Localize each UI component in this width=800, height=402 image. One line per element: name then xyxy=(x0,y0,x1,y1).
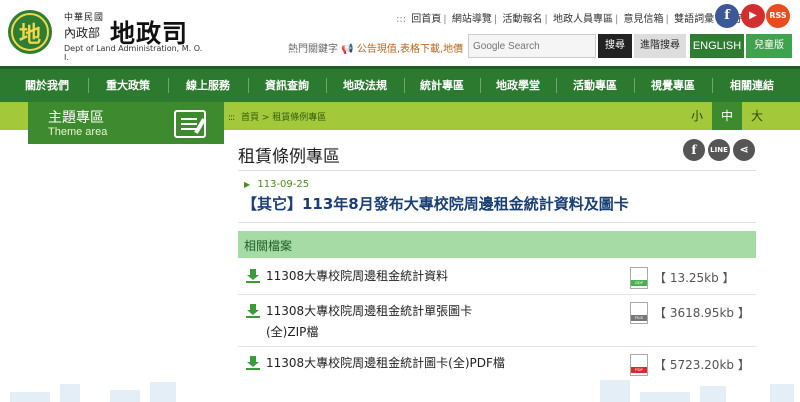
link-event-signup[interactable]: 活動報名 xyxy=(502,14,542,25)
notepad-icon xyxy=(174,110,206,138)
page-title: 租賃條例專區 xyxy=(238,147,340,167)
nav-statistics[interactable]: 統計專區 xyxy=(404,69,480,102)
font-size-medium-button[interactable]: 中 xyxy=(712,102,742,130)
file-size: 【 5723.20kb 】 xyxy=(654,358,750,372)
nav-online-service[interactable]: 線上服務 xyxy=(168,69,248,102)
search-input[interactable] xyxy=(468,34,596,58)
theme-area-en: Theme area xyxy=(48,126,108,138)
logo-emblem-icon: 地 xyxy=(8,10,52,54)
share-icon[interactable]: ⋖ xyxy=(733,139,755,161)
nav-academy[interactable]: 地政學堂 xyxy=(480,69,556,102)
org-ministry: 內政部 xyxy=(64,26,101,40)
nav-visual[interactable]: 視覺專區 xyxy=(634,69,712,102)
nav-events[interactable]: 活動專區 xyxy=(556,69,634,102)
kids-version-button[interactable]: 兒童版 xyxy=(746,34,792,58)
share-line-icon[interactable]: LINE xyxy=(708,139,730,161)
nav-policy[interactable]: 重大政策 xyxy=(88,69,168,102)
download-icon[interactable] xyxy=(246,356,260,370)
decorative-skyline xyxy=(0,378,800,402)
hot-keywords: 熱門關鍵字 📢 公告現值,表格下載,地價 xyxy=(288,40,463,55)
download-icon[interactable] xyxy=(246,269,260,283)
file-size: 【 13.25kb 】 xyxy=(654,271,735,285)
file-link[interactable]: 11308大專校院周邊租金統計單張圖卡(全)ZIP檔 xyxy=(266,301,506,343)
font-size-small-button[interactable]: 小 xyxy=(682,102,712,130)
publish-date: ▶ 113-09-25 xyxy=(244,179,310,190)
divider xyxy=(238,346,756,347)
link-sitemap[interactable]: 網站導覽 xyxy=(452,14,492,25)
pdf-file-icon[interactable]: PDF xyxy=(630,354,648,376)
facebook-icon[interactable]: f xyxy=(715,4,739,28)
theme-area-title: 主題專區 xyxy=(48,110,104,126)
theme-area-header: 主題專區 Theme area xyxy=(28,102,224,144)
org-english-name: Dept of Land Administration, M. O. I. xyxy=(64,44,203,62)
hot-keywords-label: 熱門關鍵字 xyxy=(288,44,338,55)
file-row: 11308大專校院周邊租金統計單張圖卡(全)ZIP檔 FILE 【 3618.9… xyxy=(238,302,756,346)
rss-icon[interactable]: RSS xyxy=(766,4,790,28)
file-link[interactable]: 11308大專校院周邊租金統計圖卡(全)PDF檔 xyxy=(266,353,506,374)
odf-file-icon[interactable]: ODF xyxy=(630,267,648,289)
file-link[interactable]: 11308大專校院周邊租金統計資料 xyxy=(266,266,516,287)
link-feedback[interactable]: 意見信箱 xyxy=(624,14,664,25)
english-button[interactable]: ENGLISH xyxy=(690,34,744,58)
site-header: 地 中華民國 內政部 地政司 Dept of Land Administrati… xyxy=(0,0,800,66)
divider xyxy=(238,222,756,223)
zip-file-icon[interactable]: FILE xyxy=(630,302,648,324)
top-links: ::: 回首頁| 網站導覽| 活動報名| 地政人員專區| 意見信箱| 雙語詞彙|… xyxy=(396,14,760,25)
divider xyxy=(238,170,756,171)
divider xyxy=(238,294,756,295)
download-icon[interactable] xyxy=(246,304,260,318)
nav-info-query[interactable]: 資訊查詢 xyxy=(248,69,326,102)
link-home[interactable]: 回首頁 xyxy=(411,14,441,25)
related-files-header: 相關檔案 xyxy=(238,231,756,258)
nav-links[interactable]: 相關連結 xyxy=(712,69,792,102)
font-size-large-button[interactable]: 大 xyxy=(742,102,772,130)
nav-about[interactable]: 關於我們 xyxy=(6,69,88,102)
file-size: 【 3618.95kb 】 xyxy=(654,306,750,320)
site-logo[interactable]: 地 中華民國 內政部 地政司 Dept of Land Administrati… xyxy=(6,8,206,62)
link-glossary[interactable]: 雙語詞彙 xyxy=(674,14,714,25)
breadcrumb: ::: 首頁 > 租賃條例專區 xyxy=(228,113,327,123)
advanced-search-button[interactable]: 進階搜尋 xyxy=(634,34,686,58)
link-staff-area[interactable]: 地政人員專區 xyxy=(553,14,613,25)
announce-icon: 📢 xyxy=(341,44,354,55)
article-title: 【其它】113年8月發布大專校院周邊租金統計資料及圖卡 xyxy=(242,195,629,213)
nav-regulations[interactable]: 地政法規 xyxy=(326,69,404,102)
triangle-icon: ▶ xyxy=(244,180,251,189)
hot-keywords-links[interactable]: 公告現值,表格下載,地價 xyxy=(357,44,463,55)
left-column xyxy=(28,144,224,402)
breadcrumb-home[interactable]: 首頁 xyxy=(241,113,259,123)
youtube-icon[interactable]: ▶ xyxy=(741,4,765,28)
main-nav: 關於我們 重大政策 線上服務 資訊查詢 地政法規 統計專區 地政學堂 活動專區 … xyxy=(0,66,800,102)
file-row: 11308大專校院周邊租金統計資料 ODF 【 13.25kb 】 xyxy=(238,267,756,293)
share-facebook-icon[interactable]: f xyxy=(683,139,705,161)
org-country: 中華民國 xyxy=(64,13,105,23)
breadcrumb-current[interactable]: 租賃條例專區 xyxy=(272,113,326,123)
search-button[interactable]: 搜尋 xyxy=(598,34,632,58)
